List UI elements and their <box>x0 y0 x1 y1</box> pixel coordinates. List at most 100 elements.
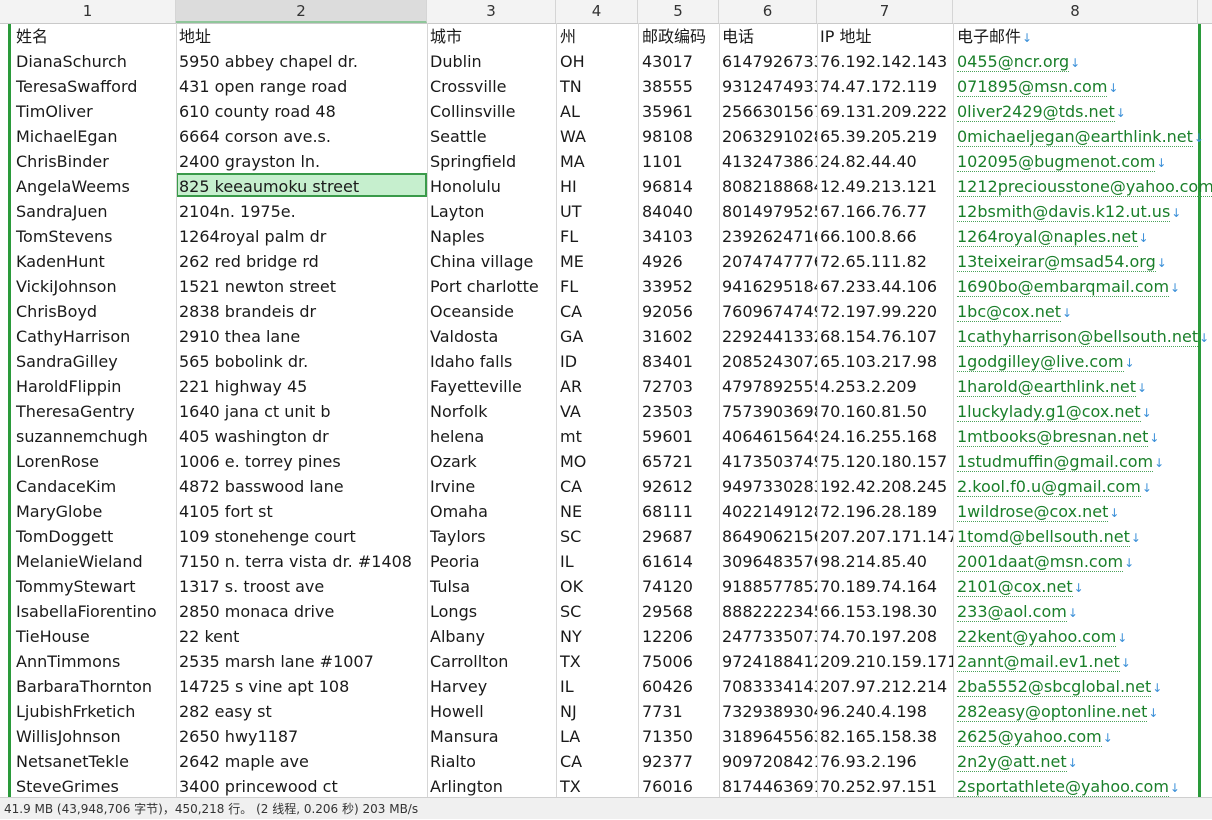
cell-email[interactable]: 0liver2429@tds.net↓ <box>955 99 1212 124</box>
cell-email[interactable]: 13teixeirar@msad54.org↓ <box>955 249 1212 274</box>
cell-address[interactable]: 610 county road 48 <box>177 99 427 124</box>
cell-email[interactable]: 2101@cox.net↓ <box>955 574 1212 599</box>
cell-email[interactable]: 2n2y@att.net↓ <box>955 749 1212 774</box>
cell-ip[interactable]: 69.131.209.222 <box>818 99 953 124</box>
cell-ip[interactable]: 67.166.76.77 <box>818 199 953 224</box>
cell-name[interactable]: LjubishFrketich <box>14 699 176 724</box>
cell-city[interactable]: Norfolk <box>428 399 556 424</box>
cell-address[interactable]: 221 highway 45 <box>177 374 427 399</box>
cell-phone[interactable]: 2392624716 <box>720 224 817 249</box>
cell-city[interactable]: Crossville <box>428 74 556 99</box>
cell-address[interactable]: 565 bobolink dr. <box>177 349 427 374</box>
cell-state[interactable]: NE <box>558 499 638 524</box>
cell-ip[interactable]: 70.160.81.50 <box>818 399 953 424</box>
email-link[interactable]: 233@aol.com <box>957 602 1067 622</box>
cell-address[interactable]: 282 easy st <box>177 699 427 724</box>
cell-city[interactable]: Arlington <box>428 774 556 797</box>
cell-city[interactable]: Naples <box>428 224 556 249</box>
cell-state[interactable]: FL <box>558 224 638 249</box>
cell-email[interactable]: 22kent@yahoo.com↓ <box>955 624 1212 649</box>
cell-ip[interactable]: 74.70.197.208 <box>818 624 953 649</box>
cell-ip[interactable]: 74.47.172.119 <box>818 74 953 99</box>
cell-state[interactable]: IL <box>558 674 638 699</box>
cell-state[interactable]: ME <box>558 249 638 274</box>
cell-email[interactable]: 102095@bugmenot.com↓ <box>955 149 1212 174</box>
cell-zip[interactable]: 31602 <box>640 324 719 349</box>
cell-address[interactable]: 109 stonehenge court <box>177 524 427 549</box>
cell-ip[interactable]: 76.93.2.196 <box>818 749 953 774</box>
cell-ip[interactable]: 96.240.4.198 <box>818 699 953 724</box>
cell-ip[interactable]: 82.165.158.38 <box>818 724 953 749</box>
cell-phone[interactable]: 8882222345 <box>720 599 817 624</box>
cell-ip[interactable]: 98.214.85.40 <box>818 549 953 574</box>
cell-phone[interactable]: 7329389304 <box>720 699 817 724</box>
cell-ip[interactable]: 207.207.171.147 <box>818 524 953 549</box>
cell-email[interactable]: 1264royal@naples.net↓ <box>955 224 1212 249</box>
cell-email[interactable]: 2annt@mail.ev1.net↓ <box>955 649 1212 674</box>
cell-address[interactable]: 1521 newton street <box>177 274 427 299</box>
email-link[interactable]: 2n2y@att.net <box>957 752 1067 772</box>
cell-state[interactable]: AR <box>558 374 638 399</box>
cell-city[interactable]: Ozark <box>428 449 556 474</box>
cell-state[interactable]: CA <box>558 749 638 774</box>
cell-state[interactable]: MA <box>558 149 638 174</box>
cell-ip[interactable]: 209.210.159.171 <box>818 649 953 674</box>
cell-state[interactable]: NY <box>558 624 638 649</box>
column-header-5[interactable]: 5 <box>638 0 719 23</box>
cell-state[interactable]: UT <box>558 199 638 224</box>
cell-email[interactable]: 1wildrose@cox.net↓ <box>955 499 1212 524</box>
cell-email[interactable]: 0455@ncr.org↓ <box>955 49 1212 74</box>
email-link[interactable]: 1bc@cox.net <box>957 302 1062 322</box>
spreadsheet-grid[interactable]: 12345678 姓名 地址 城市州邮政编码 电话 IP 地址 电子邮件↓ DianaSch… <box>0 0 1212 797</box>
email-link[interactable]: 22kent@yahoo.com <box>957 627 1117 647</box>
cell-email[interactable]: 1godgilley@live.com↓ <box>955 349 1212 374</box>
cell-zip[interactable]: 38555 <box>640 74 719 99</box>
cell-zip[interactable]: 43017 <box>640 49 719 74</box>
cell-city[interactable]: Longs <box>428 599 556 624</box>
cell-phone[interactable]: 7573903698 <box>720 399 817 424</box>
email-link[interactable]: 1wildrose@cox.net <box>957 502 1109 522</box>
cell-phone[interactable]: 8082188684 <box>720 174 817 199</box>
cell-city[interactable]: Harvey <box>428 674 556 699</box>
cell-address[interactable]: 22 kent <box>177 624 427 649</box>
cell-name[interactable]: TeresaSwafford <box>14 74 176 99</box>
email-link[interactable]: 1harold@earthlink.net <box>957 377 1137 397</box>
email-link[interactable]: 1mtbooks@bresnan.net <box>957 427 1149 447</box>
header-cell-name[interactable]: 姓名 <box>14 24 176 49</box>
cell-name[interactable]: ChrisBoyd <box>14 299 176 324</box>
cell-phone[interactable]: 8174463691 <box>720 774 817 797</box>
cell-phone[interactable]: 9724188412 <box>720 649 817 674</box>
cell-zip[interactable]: 71350 <box>640 724 719 749</box>
email-link[interactable]: 2.kool.f0.u@gmail.com <box>957 477 1141 497</box>
cell-zip[interactable]: 76016 <box>640 774 719 797</box>
cell-state[interactable]: GA <box>558 324 638 349</box>
header-cell-city[interactable]: 城市 <box>428 24 556 49</box>
cell-address[interactable]: 262 red bridge rd <box>177 249 427 274</box>
cell-city[interactable]: Valdosta <box>428 324 556 349</box>
cell-state[interactable]: AL <box>558 99 638 124</box>
cell-phone[interactable]: 6147926733 <box>720 49 817 74</box>
cell-ip[interactable]: 72.196.28.189 <box>818 499 953 524</box>
cell-state[interactable]: TX <box>558 649 638 674</box>
cell-phone[interactable]: 7083334143 <box>720 674 817 699</box>
cell-ip[interactable]: 72.65.111.82 <box>818 249 953 274</box>
email-link[interactable]: 2101@cox.net <box>957 577 1073 597</box>
cell-city[interactable]: Omaha <box>428 499 556 524</box>
cell-name[interactable]: TimOliver <box>14 99 176 124</box>
cell-email[interactable]: 1690bo@embarqmail.com↓ <box>955 274 1212 299</box>
cell-state[interactable]: VA <box>558 399 638 424</box>
email-link[interactable]: 0michaeljegan@earthlink.net <box>957 127 1193 147</box>
cell-email[interactable]: 1212preciousstone@yahoo.com↓ <box>955 174 1212 199</box>
cell-address[interactable]: 4105 fort st <box>177 499 427 524</box>
cell-state[interactable]: ID <box>558 349 638 374</box>
cell-zip[interactable]: 84040 <box>640 199 719 224</box>
cell-city[interactable]: Collinsville <box>428 99 556 124</box>
cell-state[interactable]: MO <box>558 449 638 474</box>
cell-phone[interactable]: 2477335073 <box>720 624 817 649</box>
cell-address[interactable]: 1640 jana ct unit b <box>177 399 427 424</box>
cell-name[interactable]: MelanieWieland <box>14 549 176 574</box>
cell-ip[interactable]: 207.97.212.214 <box>818 674 953 699</box>
cell-address[interactable]: 1264royal palm dr <box>177 224 427 249</box>
email-link[interactable]: 0liver2429@tds.net <box>957 102 1115 122</box>
cell-address[interactable]: 14725 s vine apt 108 <box>177 674 427 699</box>
